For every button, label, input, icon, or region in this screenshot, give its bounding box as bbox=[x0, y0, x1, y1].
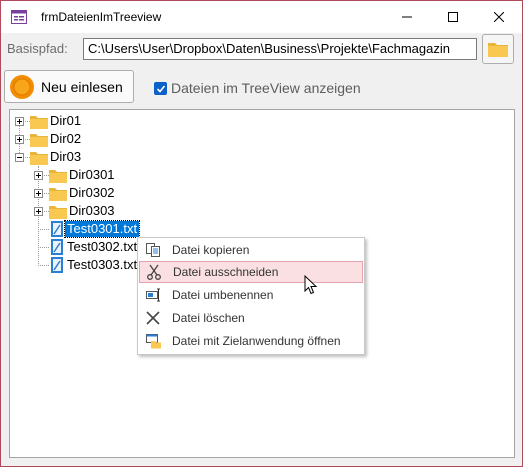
folder-icon bbox=[49, 205, 67, 219]
minimize-button[interactable] bbox=[384, 1, 430, 33]
menu-item-cut[interactable]: Datei ausschneiden bbox=[139, 261, 363, 283]
delete-x-icon bbox=[143, 309, 163, 327]
reload-button-label: Neu einlesen bbox=[41, 78, 123, 95]
minimize-icon bbox=[402, 16, 412, 18]
tree-node-file[interactable]: Test0301.txt bbox=[49, 220, 141, 238]
close-button[interactable] bbox=[476, 1, 522, 33]
folder-icon bbox=[488, 43, 508, 57]
sun-icon bbox=[10, 74, 34, 99]
title-bar: frmDateienImTreeview bbox=[1, 1, 522, 33]
tree-node-label: Dir0303 bbox=[69, 203, 115, 218]
tree-node-folder[interactable]: Dir0302 bbox=[49, 184, 117, 202]
tree-line bbox=[42, 211, 49, 212]
folder-icon bbox=[30, 151, 48, 165]
tree-node-folder[interactable]: Dir0301 bbox=[49, 166, 117, 184]
expand-plus-icon[interactable] bbox=[34, 189, 43, 198]
tree-node-label: Test0303.txt bbox=[67, 257, 138, 272]
show-files-label: Dateien im TreeView anzeigen bbox=[171, 80, 361, 96]
rename-icon bbox=[143, 286, 163, 304]
tree-node-label: Dir03 bbox=[50, 149, 82, 164]
basispfad-input[interactable]: C:\Users\User\Dropbox\Daten\Business\Pro… bbox=[83, 38, 477, 60]
expand-plus-icon[interactable] bbox=[34, 207, 43, 216]
tree-line bbox=[42, 193, 49, 194]
mouse-pointer-icon bbox=[304, 275, 318, 295]
tree-line bbox=[23, 139, 30, 140]
tree-node-label: Dir0301 bbox=[69, 167, 115, 182]
menu-item-label: Datei mit Zielanwendung öffnen bbox=[172, 334, 341, 348]
tree-node-label: Dir01 bbox=[50, 113, 82, 128]
expand-plus-icon[interactable] bbox=[15, 135, 24, 144]
folder-icon bbox=[30, 133, 48, 147]
tree-line bbox=[23, 157, 30, 158]
tree-line bbox=[38, 247, 49, 248]
tree-node-label: Dir02 bbox=[50, 131, 82, 146]
checkmark-icon bbox=[156, 84, 165, 93]
app-window: frmDateienImTreeview Basispfad: C:\Users… bbox=[0, 0, 523, 467]
window-title: frmDateienImTreeview bbox=[41, 10, 162, 24]
scissors-icon bbox=[144, 263, 164, 281]
menu-item-label: Datei kopieren bbox=[172, 243, 250, 257]
tree-line bbox=[38, 265, 49, 266]
tree-node-folder[interactable]: Dir03 bbox=[30, 148, 83, 166]
menu-item-label: Datei ausschneiden bbox=[173, 265, 279, 279]
browse-folder-button[interactable] bbox=[482, 34, 514, 64]
tree-node-label: Dir0302 bbox=[69, 185, 115, 200]
tree-line bbox=[38, 166, 39, 266]
tree-node-folder[interactable]: Dir01 bbox=[30, 112, 83, 130]
menu-item-delete[interactable]: Datei löschen bbox=[139, 307, 363, 329]
tree-node-file[interactable]: Test0303.txt bbox=[49, 256, 139, 274]
menu-item-label: Datei löschen bbox=[172, 311, 245, 325]
copy-icon bbox=[143, 241, 163, 259]
maximize-icon bbox=[448, 12, 458, 22]
context-menu: Datei kopieren Datei ausschneiden Datei … bbox=[137, 237, 365, 355]
tree-line bbox=[23, 121, 30, 122]
menu-item-rename[interactable]: Datei umbenennen bbox=[139, 284, 363, 306]
tree-node-folder[interactable]: Dir0303 bbox=[49, 202, 117, 220]
menu-item-copy[interactable]: Datei kopieren bbox=[139, 239, 363, 261]
form-icon bbox=[11, 10, 27, 24]
menu-item-open-with[interactable]: Datei mit Zielanwendung öffnen bbox=[139, 330, 363, 352]
text-file-icon bbox=[51, 221, 63, 237]
tree-node-label-selected: Test0301.txt bbox=[63, 220, 141, 238]
collapse-minus-icon[interactable] bbox=[15, 153, 24, 162]
text-file-icon bbox=[51, 257, 63, 273]
expand-plus-icon[interactable] bbox=[34, 171, 43, 180]
tree-line bbox=[42, 175, 49, 176]
show-files-checkbox[interactable] bbox=[154, 82, 167, 95]
basispfad-label: Basispfad: bbox=[7, 41, 68, 56]
expand-plus-icon[interactable] bbox=[15, 117, 24, 126]
folder-icon bbox=[30, 115, 48, 129]
tree-node-folder[interactable]: Dir02 bbox=[30, 130, 83, 148]
text-file-icon bbox=[51, 239, 63, 255]
folder-icon bbox=[49, 169, 67, 183]
tree-line bbox=[38, 229, 49, 230]
tree-node-label: Test0302.txt bbox=[67, 239, 138, 254]
folder-icon bbox=[49, 187, 67, 201]
reload-button[interactable]: Neu einlesen bbox=[4, 70, 134, 103]
tree-node-file[interactable]: Test0302.txt bbox=[49, 238, 139, 256]
open-with-icon bbox=[143, 332, 163, 350]
menu-item-label: Datei umbenennen bbox=[172, 288, 274, 302]
close-icon bbox=[494, 12, 504, 22]
maximize-button[interactable] bbox=[430, 1, 476, 33]
